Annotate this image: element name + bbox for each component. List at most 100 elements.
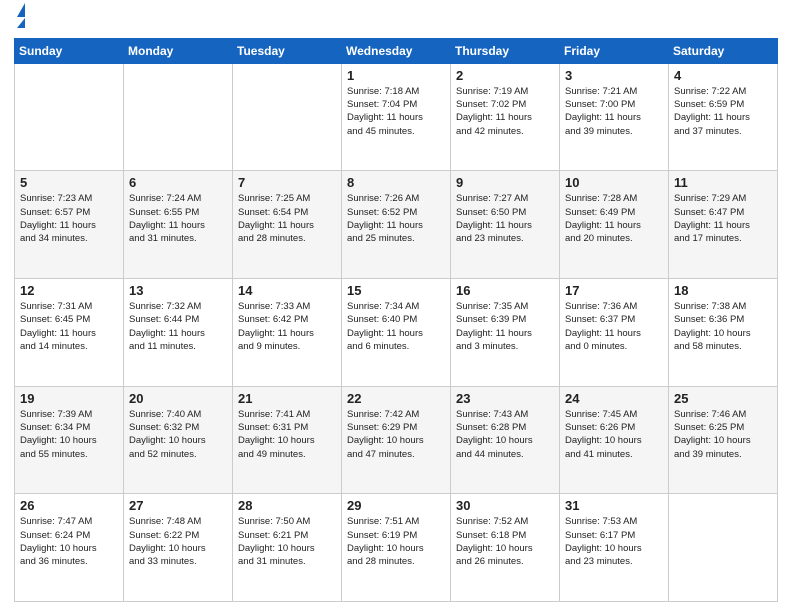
logo — [14, 10, 25, 30]
day-number: 10 — [565, 175, 663, 190]
day-cell — [15, 63, 124, 171]
day-number: 18 — [674, 283, 772, 298]
day-cell: 30 Sunrise: 7:52 AM Sunset: 6:18 PM Dayli… — [451, 494, 560, 602]
day-info: Sunrise: 7:32 AM Sunset: 6:44 PM Dayligh… — [129, 300, 227, 353]
day-number: 30 — [456, 498, 554, 513]
week-row-1: 1Sunrise: 7:18 AM Sunset: 7:04 PM Daylig… — [15, 63, 778, 171]
day-cell: 22Sunrise: 7:42 AM Sunset: 6:29 PM Dayli… — [342, 386, 451, 494]
day-number: 12 — [20, 283, 118, 298]
logo-triangle-top — [17, 3, 25, 17]
day-cell: 5 Sunrise: 7:23 AM Sunset: 6:57 PM Daylig… — [15, 171, 124, 279]
day-info: Sunrise: 7:25 AM Sunset: 6:54 PM Dayligh… — [238, 192, 336, 245]
day-cell: 14Sunrise: 7:33 AM Sunset: 6:42 PM Dayli… — [233, 279, 342, 387]
day-cell: 21 Sunrise: 7:41 AM Sunset: 6:31 PM Dayli… — [233, 386, 342, 494]
logo-triangle-bottom — [17, 18, 25, 28]
day-info: Sunrise: 7:19 AM Sunset: 7:02 PM Dayligh… — [456, 85, 554, 138]
day-cell: 2 Sunrise: 7:19 AM Sunset: 7:02 PM Daylig… — [451, 63, 560, 171]
day-cell — [233, 63, 342, 171]
day-cell: 18Sunrise: 7:38 AM Sunset: 6:36 PM Dayli… — [669, 279, 778, 387]
day-number: 22 — [347, 391, 445, 406]
col-header-thursday: Thursday — [451, 38, 560, 63]
header-row: SundayMondayTuesdayWednesdayThursdayFrid… — [15, 38, 778, 63]
day-number: 13 — [129, 283, 227, 298]
day-cell: 13 Sunrise: 7:32 AM Sunset: 6:44 PM Dayli… — [124, 279, 233, 387]
day-number: 1 — [347, 68, 445, 83]
day-number: 24 — [565, 391, 663, 406]
day-cell: 15Sunrise: 7:34 AM Sunset: 6:40 PM Dayli… — [342, 279, 451, 387]
day-number: 2 — [456, 68, 554, 83]
day-cell: 19 Sunrise: 7:39 AM Sunset: 6:34 PM Dayli… — [15, 386, 124, 494]
week-row-2: 5 Sunrise: 7:23 AM Sunset: 6:57 PM Daylig… — [15, 171, 778, 279]
day-cell — [124, 63, 233, 171]
day-cell: 3 Sunrise: 7:21 AM Sunset: 7:00 PM Daylig… — [560, 63, 669, 171]
day-info: Sunrise: 7:23 AM Sunset: 6:57 PM Dayligh… — [20, 192, 118, 245]
day-number: 16 — [456, 283, 554, 298]
week-row-3: 12 Sunrise: 7:31 AM Sunset: 6:45 PM Dayli… — [15, 279, 778, 387]
day-number: 17 — [565, 283, 663, 298]
col-header-saturday: Saturday — [669, 38, 778, 63]
day-info: Sunrise: 7:45 AM Sunset: 6:26 PM Dayligh… — [565, 408, 663, 461]
day-cell: 10 Sunrise: 7:28 AM Sunset: 6:49 PM Dayli… — [560, 171, 669, 279]
day-cell: 28Sunrise: 7:50 AM Sunset: 6:21 PM Dayli… — [233, 494, 342, 602]
day-info: Sunrise: 7:27 AM Sunset: 6:50 PM Dayligh… — [456, 192, 554, 245]
day-cell: 8Sunrise: 7:26 AM Sunset: 6:52 PM Daylig… — [342, 171, 451, 279]
day-info: Sunrise: 7:22 AM Sunset: 6:59 PM Dayligh… — [674, 85, 772, 138]
day-info: Sunrise: 7:35 AM Sunset: 6:39 PM Dayligh… — [456, 300, 554, 353]
col-header-tuesday: Tuesday — [233, 38, 342, 63]
week-row-4: 19 Sunrise: 7:39 AM Sunset: 6:34 PM Dayli… — [15, 386, 778, 494]
day-number: 11 — [674, 175, 772, 190]
day-cell: 25Sunrise: 7:46 AM Sunset: 6:25 PM Dayli… — [669, 386, 778, 494]
calendar-table: SundayMondayTuesdayWednesdayThursdayFrid… — [14, 38, 778, 602]
day-cell — [669, 494, 778, 602]
day-info: Sunrise: 7:41 AM Sunset: 6:31 PM Dayligh… — [238, 408, 336, 461]
day-cell: 20Sunrise: 7:40 AM Sunset: 6:32 PM Dayli… — [124, 386, 233, 494]
day-info: Sunrise: 7:43 AM Sunset: 6:28 PM Dayligh… — [456, 408, 554, 461]
day-number: 19 — [20, 391, 118, 406]
day-cell: 12 Sunrise: 7:31 AM Sunset: 6:45 PM Dayli… — [15, 279, 124, 387]
logo-text-block — [14, 10, 25, 30]
day-info: Sunrise: 7:48 AM Sunset: 6:22 PM Dayligh… — [129, 515, 227, 568]
col-header-sunday: Sunday — [15, 38, 124, 63]
day-number: 29 — [347, 498, 445, 513]
day-number: 27 — [129, 498, 227, 513]
day-number: 6 — [129, 175, 227, 190]
day-cell: 7 Sunrise: 7:25 AM Sunset: 6:54 PM Daylig… — [233, 171, 342, 279]
day-number: 31 — [565, 498, 663, 513]
day-cell: 1Sunrise: 7:18 AM Sunset: 7:04 PM Daylig… — [342, 63, 451, 171]
day-number: 23 — [456, 391, 554, 406]
day-number: 25 — [674, 391, 772, 406]
day-cell: 31 Sunrise: 7:53 AM Sunset: 6:17 PM Dayli… — [560, 494, 669, 602]
col-header-monday: Monday — [124, 38, 233, 63]
day-info: Sunrise: 7:28 AM Sunset: 6:49 PM Dayligh… — [565, 192, 663, 245]
day-info: Sunrise: 7:39 AM Sunset: 6:34 PM Dayligh… — [20, 408, 118, 461]
day-info: Sunrise: 7:21 AM Sunset: 7:00 PM Dayligh… — [565, 85, 663, 138]
day-number: 26 — [20, 498, 118, 513]
day-number: 7 — [238, 175, 336, 190]
day-cell: 11Sunrise: 7:29 AM Sunset: 6:47 PM Dayli… — [669, 171, 778, 279]
day-number: 14 — [238, 283, 336, 298]
day-cell: 26 Sunrise: 7:47 AM Sunset: 6:24 PM Dayli… — [15, 494, 124, 602]
day-cell: 9Sunrise: 7:27 AM Sunset: 6:50 PM Daylig… — [451, 171, 560, 279]
day-number: 21 — [238, 391, 336, 406]
day-cell: 4Sunrise: 7:22 AM Sunset: 6:59 PM Daylig… — [669, 63, 778, 171]
day-cell: 6Sunrise: 7:24 AM Sunset: 6:55 PM Daylig… — [124, 171, 233, 279]
day-info: Sunrise: 7:53 AM Sunset: 6:17 PM Dayligh… — [565, 515, 663, 568]
day-cell: 24 Sunrise: 7:45 AM Sunset: 6:26 PM Dayli… — [560, 386, 669, 494]
day-number: 8 — [347, 175, 445, 190]
page: SundayMondayTuesdayWednesdayThursdayFrid… — [0, 0, 792, 612]
col-header-friday: Friday — [560, 38, 669, 63]
day-info: Sunrise: 7:47 AM Sunset: 6:24 PM Dayligh… — [20, 515, 118, 568]
day-cell: 29Sunrise: 7:51 AM Sunset: 6:19 PM Dayli… — [342, 494, 451, 602]
col-header-wednesday: Wednesday — [342, 38, 451, 63]
header — [14, 10, 778, 30]
day-cell: 17 Sunrise: 7:36 AM Sunset: 6:37 PM Dayli… — [560, 279, 669, 387]
day-info: Sunrise: 7:36 AM Sunset: 6:37 PM Dayligh… — [565, 300, 663, 353]
day-number: 5 — [20, 175, 118, 190]
day-cell: 23 Sunrise: 7:43 AM Sunset: 6:28 PM Dayli… — [451, 386, 560, 494]
day-number: 3 — [565, 68, 663, 83]
day-number: 28 — [238, 498, 336, 513]
day-info: Sunrise: 7:52 AM Sunset: 6:18 PM Dayligh… — [456, 515, 554, 568]
day-info: Sunrise: 7:34 AM Sunset: 6:40 PM Dayligh… — [347, 300, 445, 353]
day-info: Sunrise: 7:31 AM Sunset: 6:45 PM Dayligh… — [20, 300, 118, 353]
day-cell: 16 Sunrise: 7:35 AM Sunset: 6:39 PM Dayli… — [451, 279, 560, 387]
